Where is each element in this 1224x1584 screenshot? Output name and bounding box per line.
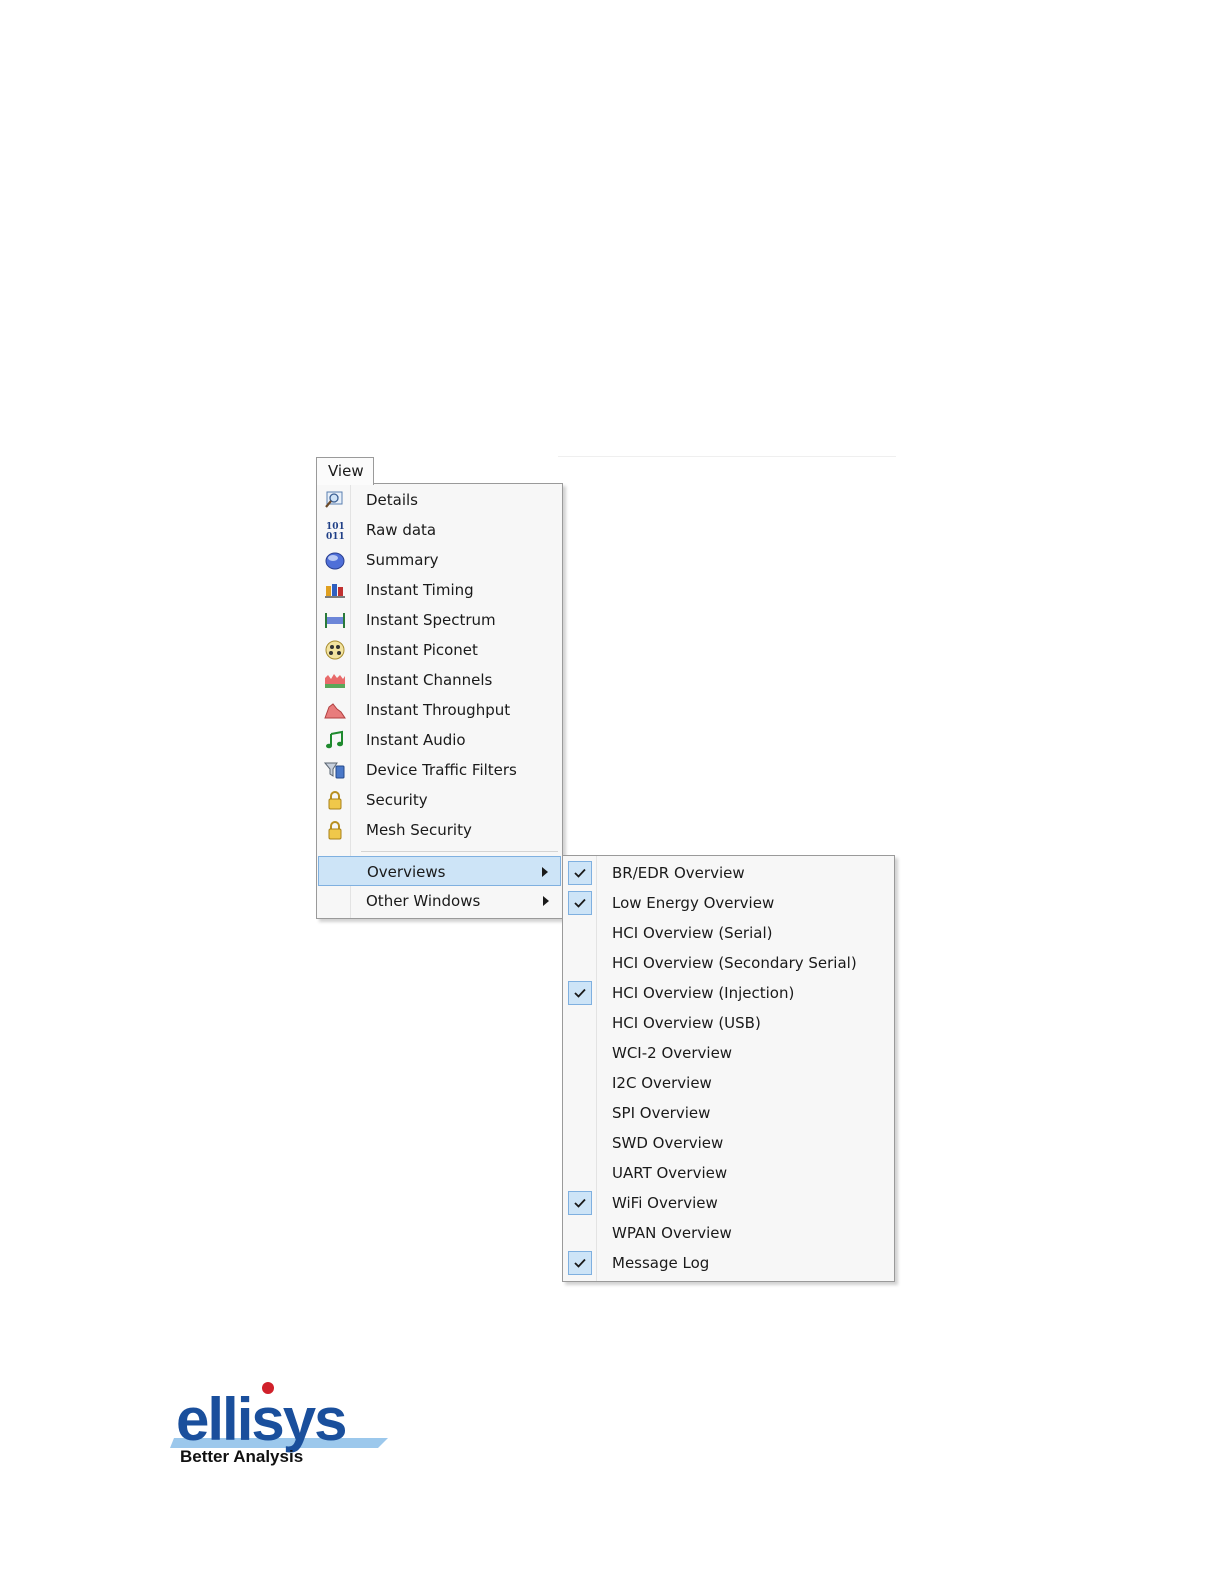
- view-menu: Details 101 011 Raw data Summary Instant …: [316, 483, 563, 919]
- submenu-item-uart-overview[interactable]: UART Overview: [564, 1158, 893, 1188]
- submenu-item-hci-overview-injection[interactable]: HCI Overview (Injection): [564, 978, 893, 1008]
- submenu-item-message-log[interactable]: Message Log: [564, 1248, 893, 1278]
- submenu-item-label: HCI Overview (Serial): [612, 924, 773, 942]
- submenu-item-label: SPI Overview: [612, 1104, 711, 1122]
- padlock-icon: [324, 790, 346, 810]
- menu-item-label: Mesh Security: [366, 821, 472, 839]
- logo-wordmark: ellisys: [176, 1386, 346, 1453]
- submenu-item-label: I2C Overview: [612, 1074, 712, 1092]
- submenu-item-hci-overview-usb[interactable]: HCI Overview (USB): [564, 1008, 893, 1038]
- instant-channels-icon: [324, 670, 346, 690]
- menu-item-security[interactable]: Security: [318, 785, 561, 815]
- menu-item-instant-channels[interactable]: Instant Channels: [318, 665, 561, 695]
- menu-item-instant-spectrum[interactable]: Instant Spectrum: [318, 605, 561, 635]
- menu-item-device-traffic-filters[interactable]: Device Traffic Filters: [318, 755, 561, 785]
- menu-item-mesh-security[interactable]: Mesh Security: [318, 815, 561, 845]
- music-note-icon: [324, 730, 346, 750]
- menu-item-label: Instant Throughput: [366, 701, 511, 719]
- menu-item-raw-data[interactable]: 101 011 Raw data: [318, 515, 561, 545]
- menu-item-label: Instant Spectrum: [366, 611, 496, 629]
- instant-timing-icon: [324, 580, 346, 600]
- submenu-arrow-icon: [542, 867, 548, 877]
- submenu-item-label: UART Overview: [612, 1164, 728, 1182]
- submenu-item-label: Message Log: [612, 1254, 710, 1272]
- menu-item-details[interactable]: Details: [318, 485, 561, 515]
- menu-item-label: Instant Channels: [366, 671, 493, 689]
- submenu-item-wifi-overview[interactable]: WiFi Overview: [564, 1188, 893, 1218]
- checkmark-icon: [568, 1251, 592, 1275]
- menu-item-instant-audio[interactable]: Instant Audio: [318, 725, 561, 755]
- checkmark-icon: [568, 981, 592, 1005]
- submenu-item-hci-overview-secondary-serial[interactable]: HCI Overview (Secondary Serial): [564, 948, 893, 978]
- submenu-item-label: WCI-2 Overview: [612, 1044, 733, 1062]
- ellisys-logo: ellisys Better Analysis: [170, 1378, 400, 1473]
- submenu-item-hci-overview-serial[interactable]: HCI Overview (Serial): [564, 918, 893, 948]
- checkmark-icon: [568, 1191, 592, 1215]
- instant-spectrum-icon: [324, 610, 346, 630]
- menu-item-label: Raw data: [366, 521, 437, 539]
- menu-item-label: Instant Audio: [366, 731, 466, 749]
- menu-item-label: Overviews: [367, 863, 446, 881]
- svg-text:011: 011: [326, 532, 345, 540]
- funnel-filter-icon: [324, 760, 346, 780]
- menu-item-label: Details: [366, 491, 419, 509]
- instant-piconet-icon: [324, 640, 346, 660]
- submenu-item-label: HCI Overview (Injection): [612, 984, 795, 1002]
- menu-item-summary[interactable]: Summary: [318, 545, 561, 575]
- checkmark-icon: [568, 891, 592, 915]
- menu-item-label: Summary: [366, 551, 439, 569]
- menu-tab-view[interactable]: View: [316, 457, 374, 485]
- menu-item-overviews[interactable]: Overviews: [318, 856, 561, 886]
- faint-divider: [558, 456, 896, 457]
- submenu-item-swd-overview[interactable]: SWD Overview: [564, 1128, 893, 1158]
- summary-disk-icon: [324, 550, 346, 570]
- submenu-item-spi-overview[interactable]: SPI Overview: [564, 1098, 893, 1128]
- submenu-item-low-energy-overview[interactable]: Low Energy Overview: [564, 888, 893, 918]
- submenu-item-label: HCI Overview (Secondary Serial): [612, 954, 857, 972]
- checkmark-icon: [568, 861, 592, 885]
- menu-tab-label: View: [328, 462, 364, 480]
- submenu-item-label: BR/EDR Overview: [612, 864, 745, 882]
- submenu-item-label: SWD Overview: [612, 1134, 724, 1152]
- submenu-item-br-edr-overview[interactable]: BR/EDR Overview: [564, 858, 893, 888]
- padlock-icon: [324, 820, 346, 840]
- raw-data-binary-icon: 101 011: [324, 520, 346, 540]
- submenu-item-label: Low Energy Overview: [612, 894, 775, 912]
- svg-text:101: 101: [326, 522, 345, 532]
- menu-item-instant-throughput[interactable]: Instant Throughput: [318, 695, 561, 725]
- overviews-submenu: BR/EDR Overview Low Energy Overview HCI …: [562, 855, 895, 1282]
- logo-red-dot: [262, 1382, 274, 1394]
- submenu-item-i2c-overview[interactable]: I2C Overview: [564, 1068, 893, 1098]
- menu-separator: [361, 851, 558, 852]
- submenu-item-label: WPAN Overview: [612, 1224, 732, 1242]
- menu-item-label: Instant Piconet: [366, 641, 478, 659]
- menu-item-instant-timing[interactable]: Instant Timing: [318, 575, 561, 605]
- menu-item-label: Instant Timing: [366, 581, 474, 599]
- menu-item-label: Security: [366, 791, 428, 809]
- submenu-item-label: HCI Overview (USB): [612, 1014, 761, 1032]
- instant-throughput-icon: [324, 700, 346, 720]
- menu-item-other-windows[interactable]: Other Windows: [318, 886, 561, 916]
- ellisys-logo-graphic: ellisys Better Analysis: [170, 1382, 388, 1466]
- submenu-arrow-icon: [543, 896, 549, 906]
- submenu-item-label: WiFi Overview: [612, 1194, 718, 1212]
- menu-item-label: Other Windows: [366, 892, 481, 910]
- menu-item-instant-piconet[interactable]: Instant Piconet: [318, 635, 561, 665]
- details-magnifier-icon: [324, 490, 346, 510]
- menu-item-label: Device Traffic Filters: [366, 761, 517, 779]
- logo-tagline: Better Analysis: [180, 1447, 303, 1466]
- submenu-item-wpan-overview[interactable]: WPAN Overview: [564, 1218, 893, 1248]
- submenu-item-wci2-overview[interactable]: WCI-2 Overview: [564, 1038, 893, 1068]
